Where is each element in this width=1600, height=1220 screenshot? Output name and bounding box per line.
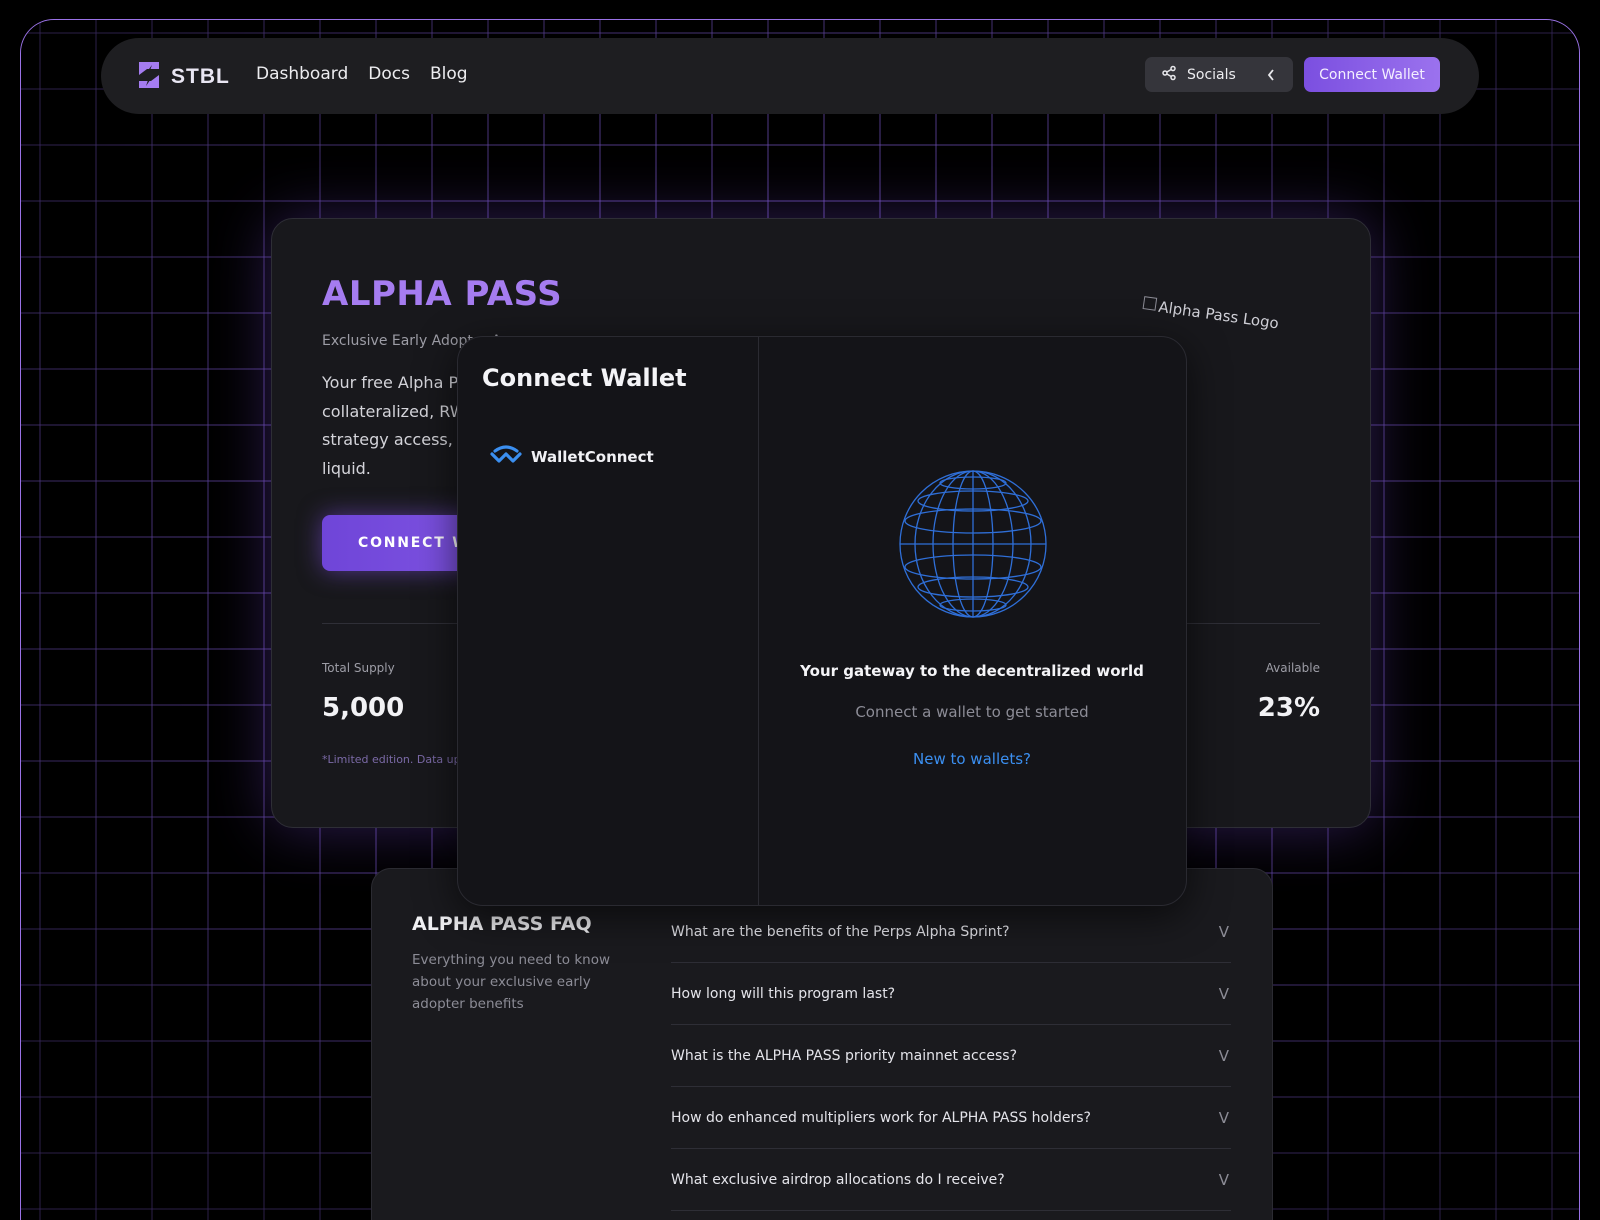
logo-alt-text: Alpha Pass Logo <box>1157 297 1280 333</box>
top-navbar: STBL Dashboard Docs Blog Socials Connect… <box>101 38 1479 114</box>
new-to-wallets-link[interactable]: New to wallets? <box>758 750 1186 768</box>
walletconnect-icon <box>490 445 522 469</box>
faq-question: How do enhanced multipliers work for ALP… <box>671 1109 1091 1126</box>
faq-subtitle: Everything you need to know about your e… <box>412 952 611 1012</box>
globe-icon <box>898 469 1048 623</box>
alpha-pass-logo: Alpha Pass Logo <box>1141 296 1280 333</box>
faq-item[interactable]: What are the benefits of the Perps Alpha… <box>671 901 1231 963</box>
faq-question: How long will this program last? <box>671 985 896 1002</box>
brand-name: STBL <box>171 65 230 88</box>
socials-button[interactable]: Socials <box>1145 57 1293 92</box>
nav-link-dashboard[interactable]: Dashboard <box>256 64 348 84</box>
connect-wallet-button[interactable]: Connect Wallet <box>1304 57 1440 92</box>
stbl-logo-icon <box>135 60 163 94</box>
wallet-list-panel: Connect Wallet WalletConnect <box>458 337 759 905</box>
modal-heading: Your gateway to the decentralized world <box>800 662 1144 680</box>
modal-title: Connect Wallet <box>482 364 687 392</box>
share-icon <box>1161 65 1177 85</box>
available-label: Available <box>1265 661 1320 675</box>
nav-links: Dashboard Docs Blog <box>256 64 468 84</box>
wallet-option-label: WalletConnect <box>531 448 654 466</box>
wallet-option-walletconnect[interactable]: WalletConnect <box>490 445 654 469</box>
faq-item[interactable]: How long will this program last? V <box>671 963 1231 1025</box>
faq-title: ALPHA PASS FAQ <box>412 913 592 935</box>
chevron-down-icon: V <box>1218 1108 1229 1127</box>
broken-image-icon <box>1141 296 1158 316</box>
socials-label: Socials <box>1187 66 1236 83</box>
chevron-down-icon: V <box>1218 1046 1229 1065</box>
brand-logo[interactable]: STBL <box>135 60 230 94</box>
nav-link-blog[interactable]: Blog <box>430 64 468 84</box>
faq-item[interactable]: What exclusive airdrop allocations do I … <box>671 1149 1231 1211</box>
faq-question: What exclusive airdrop allocations do I … <box>671 1171 1005 1188</box>
faq-list: What are the benefits of the Perps Alpha… <box>671 901 1231 1211</box>
total-supply-label: Total Supply <box>322 661 395 675</box>
chevron-down-icon: V <box>1218 984 1229 1003</box>
modal-subtext: Connect a wallet to get started <box>855 703 1089 721</box>
available-value: 23% <box>1257 693 1320 723</box>
nav-link-docs[interactable]: Docs <box>368 64 410 84</box>
footnote: *Limited edition. Data up <box>322 753 461 766</box>
faq-question: What are the benefits of the Perps Alpha… <box>671 923 1010 940</box>
faq-question: What is the ALPHA PASS priority mainnet … <box>671 1047 1017 1064</box>
connect-wallet-modal: Connect Wallet WalletConnect Your gatewa… <box>457 336 1187 906</box>
total-supply-value: 5,000 <box>322 693 405 723</box>
faq-item[interactable]: What is the ALPHA PASS priority mainnet … <box>671 1025 1231 1087</box>
chevron-down-icon: V <box>1218 1170 1229 1189</box>
chevron-down-icon: V <box>1218 922 1229 941</box>
hero-title: ALPHA PASS <box>322 274 563 314</box>
faq-item[interactable]: How do enhanced multipliers work for ALP… <box>671 1087 1231 1149</box>
page-frame: STBL Dashboard Docs Blog Socials Connect… <box>20 19 1580 1220</box>
chevron-left-icon <box>1266 67 1276 86</box>
faq-section: ALPHA PASS FAQ Everything you need to kn… <box>371 868 1273 1220</box>
